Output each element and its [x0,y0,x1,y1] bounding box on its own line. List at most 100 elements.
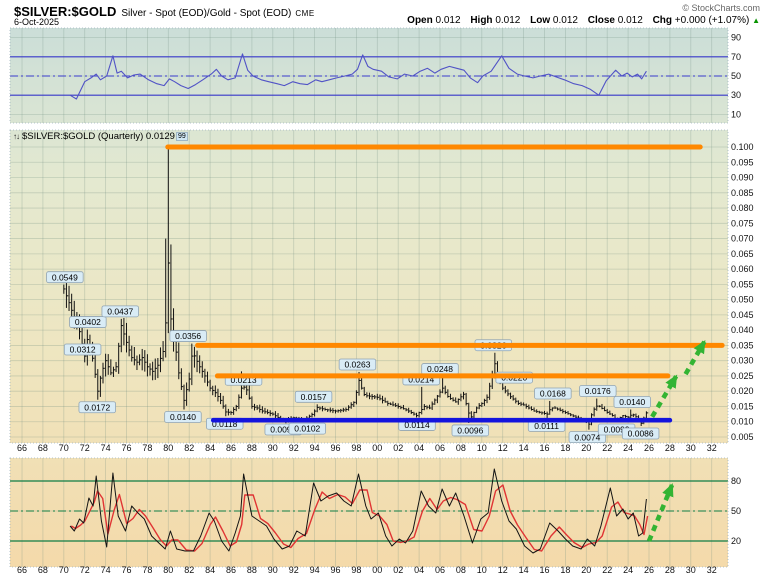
x-axis-tick-label: 82 [184,565,194,575]
x-axis-tick-label: 14 [519,565,529,575]
x-axis-tick-label: 32 [707,443,717,453]
x-axis-tick-label: 96 [331,565,341,575]
price-callout: 0.0312 [64,344,101,355]
x-axis-tick-label: 24 [623,565,633,575]
y-axis-tick-label: 30 [731,90,741,100]
x-axis-tick-label: 72 [80,443,90,453]
y-axis-tick-label: 0.030 [731,356,754,366]
x-axis-tick-label: 76 [122,443,132,453]
x-axis-tick-label: 66 [17,565,27,575]
y-axis-tick-label: 0.060 [731,264,754,274]
price-callout: 0.0549 [47,272,84,283]
x-axis-tick-label: 88 [247,565,257,575]
rsi-panel [10,28,728,123]
x-axis-tick-label: 98 [351,443,361,453]
price-callout: 0.0437 [102,306,139,317]
x-axis-tick-label: 28 [665,443,675,453]
x-axis-tick-label: 72 [80,565,90,575]
price-callout: 0.0140 [614,397,651,408]
x-axis-tick-label: 00 [372,443,382,453]
x-axis-tick-label: 10 [477,443,487,453]
x-axis-tick-label: 30 [686,443,696,453]
x-axis-tick-label: 76 [122,565,132,575]
x-axis-tick-label: 22 [602,565,612,575]
price-callout-text: 0.0248 [427,364,453,374]
x-axis-tick-label: 20 [581,565,591,575]
x-axis-labels: 6668707274767880828486889092949698000204… [17,443,717,453]
x-axis-tick-label: 04 [414,443,424,453]
main-panel-label: ↑↓$SILVER:$GOLD (Quarterly) 0.012999 [13,131,188,142]
updown-arrows-icon: ↑↓ [13,132,19,141]
x-axis-tick-label: 74 [101,443,111,453]
y-axis-tick-label: 50 [731,506,741,516]
price-callout-text: 0.0402 [75,317,101,327]
price-callout: 0.0176 [579,386,616,397]
y-axis-tick-label: 0.050 [731,295,754,305]
x-axis-tick-label: 10 [477,565,487,575]
x-axis-tick-label: 04 [414,565,424,575]
y-axis-tick-label: 0.035 [731,340,754,350]
x-axis-tick-label: 86 [226,565,236,575]
price-callout-text: 0.0263 [344,360,370,370]
x-axis-tick-label: 06 [435,443,445,453]
x-axis-tick-label: 30 [686,565,696,575]
x-axis-tick-label: 68 [38,565,48,575]
x-axis-tick-label: 18 [560,565,570,575]
main-panel-value-sup: 99 [176,132,188,141]
x-axis-tick-label: 70 [59,565,69,575]
x-axis-tick-label: 08 [456,565,466,575]
rsi-y-axis: 9070503010 [731,33,741,120]
x-axis-tick-label: 94 [310,443,320,453]
y-axis-tick-label: 0.020 [731,386,754,396]
price-callout-text: 0.0176 [585,386,611,396]
y-axis-tick-label: 0.025 [731,371,754,381]
price-callout-text: 0.0437 [107,306,133,316]
x-axis-tick-label: 88 [247,443,257,453]
x-axis-tick-label: 14 [519,443,529,453]
x-axis-tick-label: 32 [707,565,717,575]
y-axis-tick-label: 80 [731,476,741,486]
price-callout: 0.0102 [289,423,326,434]
x-axis-tick-label: 12 [498,565,508,575]
x-axis-tick-label: 94 [310,565,320,575]
price-callout-text: 0.0074 [574,432,600,442]
price-callout-text: 0.0168 [540,389,566,399]
y-axis-tick-label: 0.040 [731,325,754,335]
price-callout-text: 0.0140 [170,412,196,422]
x-axis-tick-label: 66 [17,443,27,453]
x-axis-tick-label: 08 [456,443,466,453]
y-axis-tick-label: 0.090 [731,173,754,183]
x-axis-tick-label: 86 [226,443,236,453]
y-axis-tick-label: 70 [731,52,741,62]
price-callout: 0.0096 [452,425,489,436]
y-axis-tick-label: 50 [731,71,741,81]
x-axis-tick-label: 82 [184,443,194,453]
y-axis-tick-label: 0.055 [731,279,754,289]
x-axis-tick-label: 16 [539,565,549,575]
x-axis-tick-label: 28 [665,565,675,575]
x-axis-tick-label: 78 [142,565,152,575]
x-axis-tick-label: 02 [393,565,403,575]
x-axis-tick-label: 92 [289,443,299,453]
x-axis-tick-label: 74 [101,565,111,575]
y-axis-tick-label: 20 [731,536,741,546]
y-axis-tick-label: 0.100 [731,142,754,152]
y-axis-tick-label: 0.085 [731,188,754,198]
price-callout: 0.0168 [535,388,572,399]
x-axis-tick-label: 24 [623,443,633,453]
y-axis-tick-label: 0.045 [731,310,754,320]
x-axis-tick-label: 96 [331,443,341,453]
x-axis-tick-label: 00 [372,565,382,575]
x-axis-tick-label: 26 [644,443,654,453]
x-axis-tick-label: 84 [205,443,215,453]
x-axis-tick-label: 18 [560,443,570,453]
price-callout: 0.0172 [79,402,116,413]
y-axis-tick-label: 0.010 [731,417,754,427]
y-axis-tick-label: 0.015 [731,401,754,411]
x-axis-tick-label: 02 [393,443,403,453]
y-axis-tick-label: 90 [731,33,741,43]
price-y-axis: 0.1000.0950.0900.0850.0800.0750.0700.065… [731,142,754,442]
x-axis-tick-label: 80 [163,443,173,453]
stoch-panel [10,458,728,567]
price-callout-text: 0.0102 [294,424,320,434]
